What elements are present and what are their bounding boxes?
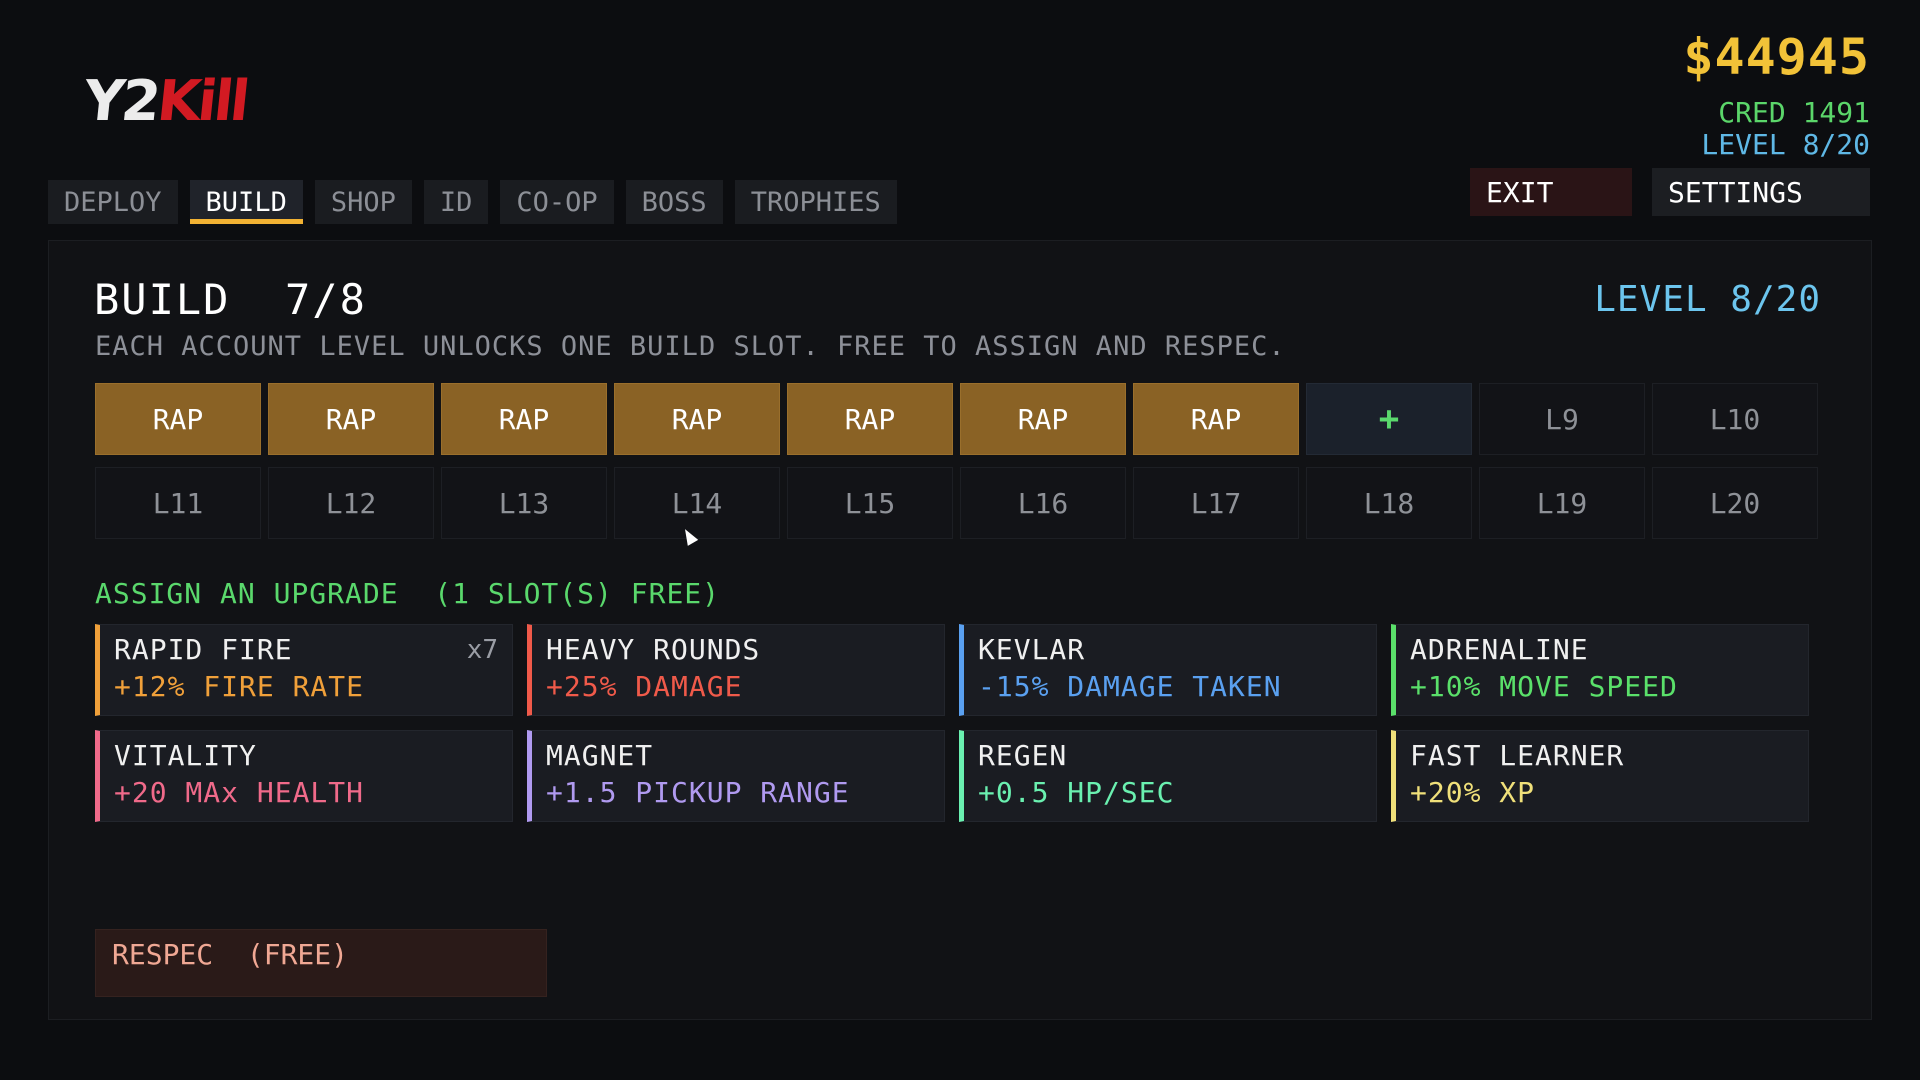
upgrade-card-vitality[interactable]: VITALITY +20 MAx HEALTH: [95, 730, 513, 822]
respec-button[interactable]: RESPEC (FREE): [95, 929, 547, 997]
settings-button[interactable]: SETTINGS: [1652, 168, 1870, 216]
build-slot[interactable]: RAP: [441, 383, 607, 455]
build-slot[interactable]: RAP: [268, 383, 434, 455]
upgrade-desc: -15% DAMAGE TAKEN: [978, 670, 1282, 703]
upgrade-card-kevlar[interactable]: KEVLAR -15% DAMAGE TAKEN: [959, 624, 1377, 716]
locked-slot: L16: [960, 467, 1126, 539]
add-upgrade-slot[interactable]: +: [1306, 383, 1472, 455]
upgrade-name: MAGNET: [546, 739, 654, 772]
upgrade-desc: +20 MAx HEALTH: [114, 776, 365, 809]
upgrade-desc: +0.5 HP/SEC: [978, 776, 1175, 809]
locked-slot: L12: [268, 467, 434, 539]
upgrade-desc: +20% XP: [1410, 776, 1536, 809]
build-panel: BUILD 7/8 LEVEL 8/20 EACH ACCOUNT LEVEL …: [48, 240, 1872, 1020]
build-slot[interactable]: RAP: [614, 383, 780, 455]
exit-button[interactable]: EXIT: [1470, 168, 1632, 216]
upgrade-name: FAST LEARNER: [1410, 739, 1625, 772]
upgrade-cards-grid: RAPID FIRE +12% FIRE RATE x7 HEAVY ROUND…: [95, 624, 1809, 822]
upgrade-card-adrenaline[interactable]: ADRENALINE +10% MOVE SPEED: [1391, 624, 1809, 716]
build-subtitle: EACH ACCOUNT LEVEL UNLOCKS ONE BUILD SLO…: [95, 331, 1286, 362]
tab-boss[interactable]: BOSS: [625, 180, 723, 224]
upgrade-card-heavy-rounds[interactable]: HEAVY ROUNDS +25% DAMAGE: [527, 624, 945, 716]
build-level: LEVEL 8/20: [1594, 279, 1821, 320]
tab-build[interactable]: BUILD: [189, 180, 303, 224]
locked-slot: L13: [441, 467, 607, 539]
locked-slot: L19: [1479, 467, 1645, 539]
upgrade-desc: +1.5 PICKUP RANGE: [546, 776, 850, 809]
upgrade-name: ADRENALINE: [1410, 633, 1589, 666]
build-slot[interactable]: RAP: [1133, 383, 1299, 455]
upgrade-card-fast-learner[interactable]: FAST LEARNER +20% XP: [1391, 730, 1809, 822]
upgrade-count: x7: [466, 635, 498, 665]
build-slot[interactable]: RAP: [960, 383, 1126, 455]
main-tabs: DEPLOY BUILD SHOP ID CO-OP BOSS TROPHIES: [48, 180, 897, 224]
upgrade-name: HEAVY ROUNDS: [546, 633, 761, 666]
tab-deploy[interactable]: DEPLOY: [48, 180, 178, 224]
build-slot[interactable]: RAP: [787, 383, 953, 455]
upgrade-name: VITALITY: [114, 739, 257, 772]
tab-shop[interactable]: SHOP: [314, 180, 412, 224]
build-title: BUILD 7/8: [94, 275, 367, 324]
locked-slot: L11: [95, 467, 261, 539]
account-level-display: LEVEL 8/20: [1701, 128, 1870, 161]
upgrade-card-magnet[interactable]: MAGNET +1.5 PICKUP RANGE: [527, 730, 945, 822]
upgrade-desc: +12% FIRE RATE: [114, 670, 365, 703]
locked-slot: L20: [1652, 467, 1818, 539]
locked-slot: L10: [1652, 383, 1818, 455]
money-display: $44945: [1683, 28, 1870, 86]
tab-id[interactable]: ID: [423, 180, 489, 224]
upgrade-name: RAPID FIRE: [114, 633, 293, 666]
assign-upgrade-heading: ASSIGN AN UPGRADE (1 SLOT(S) FREE): [95, 577, 721, 610]
upgrade-card-rapid-fire[interactable]: RAPID FIRE +12% FIRE RATE x7: [95, 624, 513, 716]
locked-slot: L15: [787, 467, 953, 539]
cred-display: CRED 1491: [1718, 96, 1870, 129]
locked-slot: L14: [614, 467, 780, 539]
locked-slot: L17: [1133, 467, 1299, 539]
upgrade-name: KEVLAR: [978, 633, 1086, 666]
upgrade-name: REGEN: [978, 739, 1068, 772]
tab-co-op[interactable]: CO-OP: [500, 180, 614, 224]
upgrade-desc: +25% DAMAGE: [546, 670, 743, 703]
build-slot[interactable]: RAP: [95, 383, 261, 455]
upgrade-card-regen[interactable]: REGEN +0.5 HP/SEC: [959, 730, 1377, 822]
game-logo: Y2Kill: [80, 69, 250, 134]
build-slots-grid: RAP RAP RAP RAP RAP RAP RAP + L9 L10 L11…: [95, 383, 1818, 539]
locked-slot: L9: [1479, 383, 1645, 455]
tab-trophies[interactable]: TROPHIES: [734, 180, 897, 224]
upgrade-desc: +10% MOVE SPEED: [1410, 670, 1678, 703]
locked-slot: L18: [1306, 467, 1472, 539]
